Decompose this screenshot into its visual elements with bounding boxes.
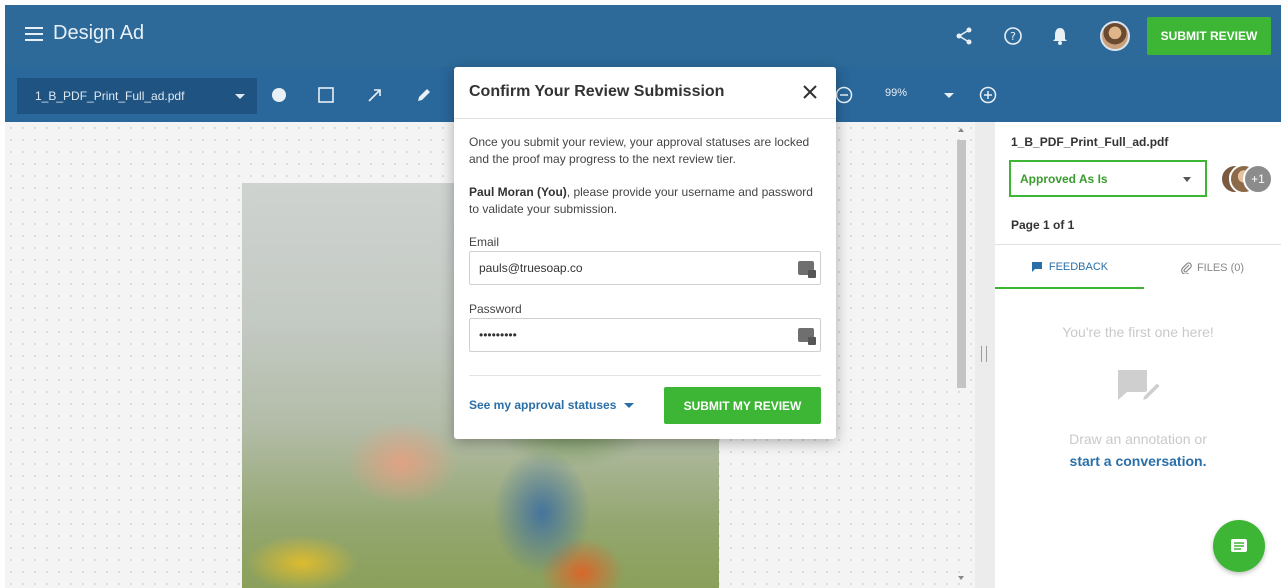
file-select-label: 1_B_PDF_Print_Full_ad.pdf (35, 89, 185, 103)
password-value: ••••••••• (479, 328, 517, 342)
panel-file-name: 1_B_PDF_Print_Full_ad.pdf (1011, 135, 1169, 149)
zoom-out-icon[interactable] (833, 84, 855, 106)
modal-instruction: Paul Moran (You), please provide your us… (469, 184, 821, 218)
zoom-in-icon[interactable] (977, 84, 999, 106)
file-select[interactable]: 1_B_PDF_Print_Full_ad.pdf (17, 78, 257, 114)
scroll-down-icon[interactable] (958, 576, 964, 580)
zoom-chevron-down-icon[interactable] (944, 93, 954, 98)
splitter-handle[interactable] (981, 346, 987, 362)
tab-feedback-label: FEEDBACK (1048, 260, 1109, 273)
password-label: Password (469, 302, 522, 316)
submit-my-review-button[interactable]: SUBMIT MY REVIEW (664, 387, 821, 424)
empty-state-title: You're the first one here! (1062, 324, 1214, 340)
close-icon[interactable] (799, 81, 821, 103)
svg-text:?: ? (1010, 30, 1016, 43)
chat-fab-button[interactable] (1213, 520, 1265, 572)
empty-state-hint: Draw an annotation or (1069, 431, 1207, 447)
email-label: Email (469, 235, 500, 249)
modal-description: Once you submit your review, your approv… (469, 135, 810, 166)
zoom-level[interactable]: 99% (885, 87, 907, 99)
chat-bubble-icon (1115, 366, 1163, 411)
comment-icon (1031, 262, 1042, 272)
share-icon[interactable] (951, 23, 977, 49)
bell-icon[interactable] (1047, 23, 1073, 49)
rectangle-tool-icon[interactable] (315, 84, 337, 106)
vertical-scrollbar[interactable] (957, 140, 966, 388)
start-conversation-link[interactable]: start a conversation. (995, 453, 1281, 469)
avatar[interactable] (1100, 21, 1130, 51)
chevron-down-icon (1183, 177, 1191, 182)
tab-files-label: FILES (0) (1196, 261, 1245, 274)
password-manager-icon[interactable] (798, 261, 816, 278)
message-icon (1231, 539, 1247, 552)
password-manager-icon[interactable] (798, 328, 816, 345)
chevron-down-icon (624, 402, 635, 408)
divider (995, 244, 1281, 245)
more-reviewers-badge: +1 (1243, 164, 1273, 194)
see-approval-statuses-link[interactable]: See my approval statuses (469, 398, 635, 412)
confirm-review-modal: Confirm Your Review Submission Once you … (454, 67, 836, 439)
review-panel: 1_B_PDF_Print_Full_ad.pdf Approved As Is… (995, 122, 1281, 588)
arrow-tool-icon[interactable] (364, 84, 386, 106)
see-approval-statuses-label: See my approval statuses (469, 398, 617, 412)
paperclip-icon (1181, 261, 1192, 274)
tab-files[interactable]: FILES (0) (1144, 246, 1281, 289)
modal-title: Confirm Your Review Submission (469, 83, 725, 100)
password-field[interactable]: ••••••••• (469, 318, 821, 352)
email-field[interactable]: pauls@truesoap.co (469, 251, 821, 285)
chevron-down-icon (235, 94, 245, 99)
scroll-up-icon[interactable] (958, 128, 964, 132)
circle-tool-icon[interactable] (268, 84, 290, 106)
reviewer-avatars[interactable]: +1 (1220, 164, 1280, 194)
top-header: Design Ad ? SUBMIT REVIEW (5, 5, 1281, 67)
app-title: Design Ad (53, 22, 145, 44)
user-name: Paul Moran (You) (469, 185, 567, 199)
pencil-tool-icon[interactable] (413, 84, 435, 106)
submit-review-button[interactable]: SUBMIT REVIEW (1147, 17, 1271, 55)
menu-icon[interactable] (25, 27, 43, 41)
email-value: pauls@truesoap.co (479, 261, 583, 275)
approval-status-label: Approved As Is (1020, 171, 1108, 186)
page-indicator: Page 1 of 1 (1011, 218, 1075, 232)
approval-status-select[interactable]: Approved As Is (1009, 160, 1207, 197)
help-icon[interactable]: ? (1000, 23, 1026, 49)
divider (469, 375, 821, 376)
divider (454, 118, 836, 119)
tab-feedback[interactable]: FEEDBACK (995, 246, 1144, 289)
